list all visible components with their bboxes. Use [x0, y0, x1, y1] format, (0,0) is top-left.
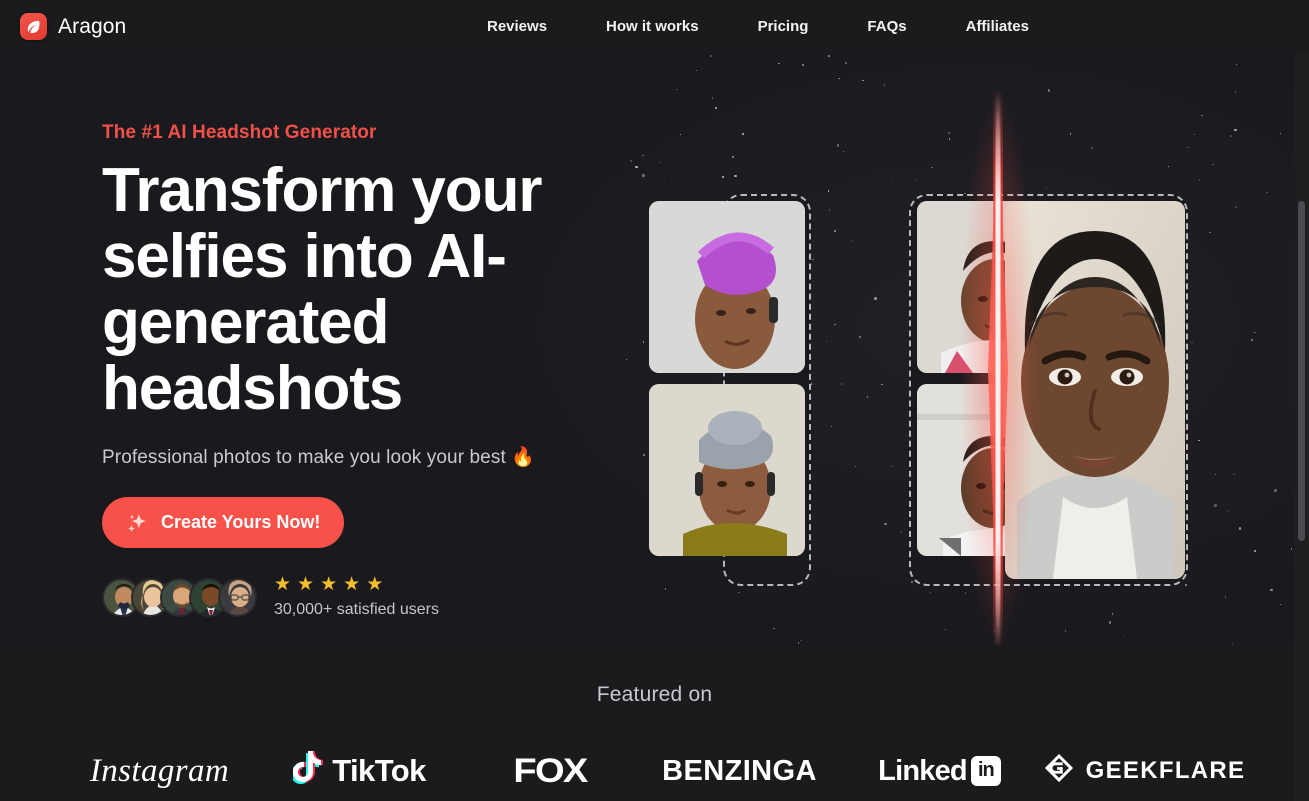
rating-block: ★ ★ ★ ★ ★ 30,000+ satisfied users: [274, 575, 439, 619]
leaf-icon: [20, 13, 47, 40]
nav-item-how-it-works[interactable]: How it works: [606, 18, 699, 35]
hero-eyebrow: The #1 AI Headshot Generator: [102, 122, 377, 143]
logo-geekflare-label: GEEKFLARE: [1085, 757, 1246, 784]
nav-item-pricing[interactable]: Pricing: [758, 18, 809, 35]
brand-name: Aragon: [58, 14, 127, 38]
star-icon: ★: [297, 574, 315, 595]
scrollbar-thumb[interactable]: [1298, 201, 1305, 541]
social-proof: ★ ★ ★ ★ ★ 30,000+ satisfied users: [102, 575, 662, 619]
tiktok-note-icon: [291, 750, 324, 792]
press-logo-row: Instagram TikTok FOX BENZINGA Linked in: [0, 741, 1309, 801]
page-title: Transform your selfies into AI-generated…: [102, 156, 542, 423]
nav-item-reviews[interactable]: Reviews: [487, 18, 547, 35]
sparkle-icon: [126, 512, 148, 534]
featured-on-title: Featured on: [596, 683, 713, 706]
logo-geekflare: GEEKFLARE: [1040, 753, 1250, 790]
create-yours-now-button[interactable]: Create Yours Now!: [102, 497, 345, 548]
logo-fox-label: FOX: [512, 751, 588, 790]
logo-instagram-label: Instagram: [89, 752, 230, 789]
satisfied-users-count: 30,000+ satisfied users: [274, 601, 439, 618]
logo-instagram: Instagram: [60, 753, 260, 790]
linkedin-in-icon: in: [970, 756, 1001, 786]
logo-linkedin: Linked in: [840, 755, 1040, 788]
hero-section: The #1 AI Headshot Generator Transform y…: [0, 53, 1309, 645]
star-icon: ★: [320, 574, 338, 595]
geekflare-diamond-icon: [1044, 753, 1074, 790]
avatar: [218, 577, 257, 617]
page-scrollbar[interactable]: [1294, 53, 1309, 801]
logo-tiktok-label: TikTok: [332, 753, 426, 788]
nav-links: Reviews How it works Pricing FAQs Affili…: [487, 0, 1029, 53]
selfie-thumbnail: [649, 384, 805, 556]
nav-item-affiliates[interactable]: Affiliates: [966, 18, 1029, 35]
selfie-thumbnail: [649, 201, 805, 373]
nav-item-faqs[interactable]: FAQs: [867, 18, 906, 35]
ai-generated-headshot: [1005, 201, 1185, 579]
cta-label: Create Yours Now!: [161, 512, 321, 532]
top-navigation-bar: Aragon Reviews How it works Pricing FAQs…: [0, 0, 1309, 53]
hero-subtitle: Professional photos to make you look you…: [102, 447, 535, 468]
star-icon: ★: [366, 574, 384, 595]
logo-benzinga: BENZINGA: [640, 755, 840, 788]
hero-copy: The #1 AI Headshot Generator Transform y…: [102, 53, 662, 619]
logo-fox: FOX: [449, 752, 651, 791]
avatar-group: [102, 577, 257, 617]
star-icon: ★: [343, 574, 361, 595]
star-rating: ★ ★ ★ ★ ★: [274, 575, 439, 594]
brand-logo[interactable]: Aragon: [20, 13, 126, 40]
logo-linkedin-label: Linked: [878, 754, 967, 787]
logo-tiktok: TikTok: [260, 750, 460, 792]
before-photos-card-left: [649, 194, 811, 586]
logo-benzinga-label: BENZINGA: [662, 754, 817, 787]
star-icon: ★: [274, 574, 292, 595]
featured-on-section: Featured on Instagram TikTok FOX BENZING…: [0, 645, 1309, 801]
linkedin-in-text: in: [977, 758, 995, 781]
